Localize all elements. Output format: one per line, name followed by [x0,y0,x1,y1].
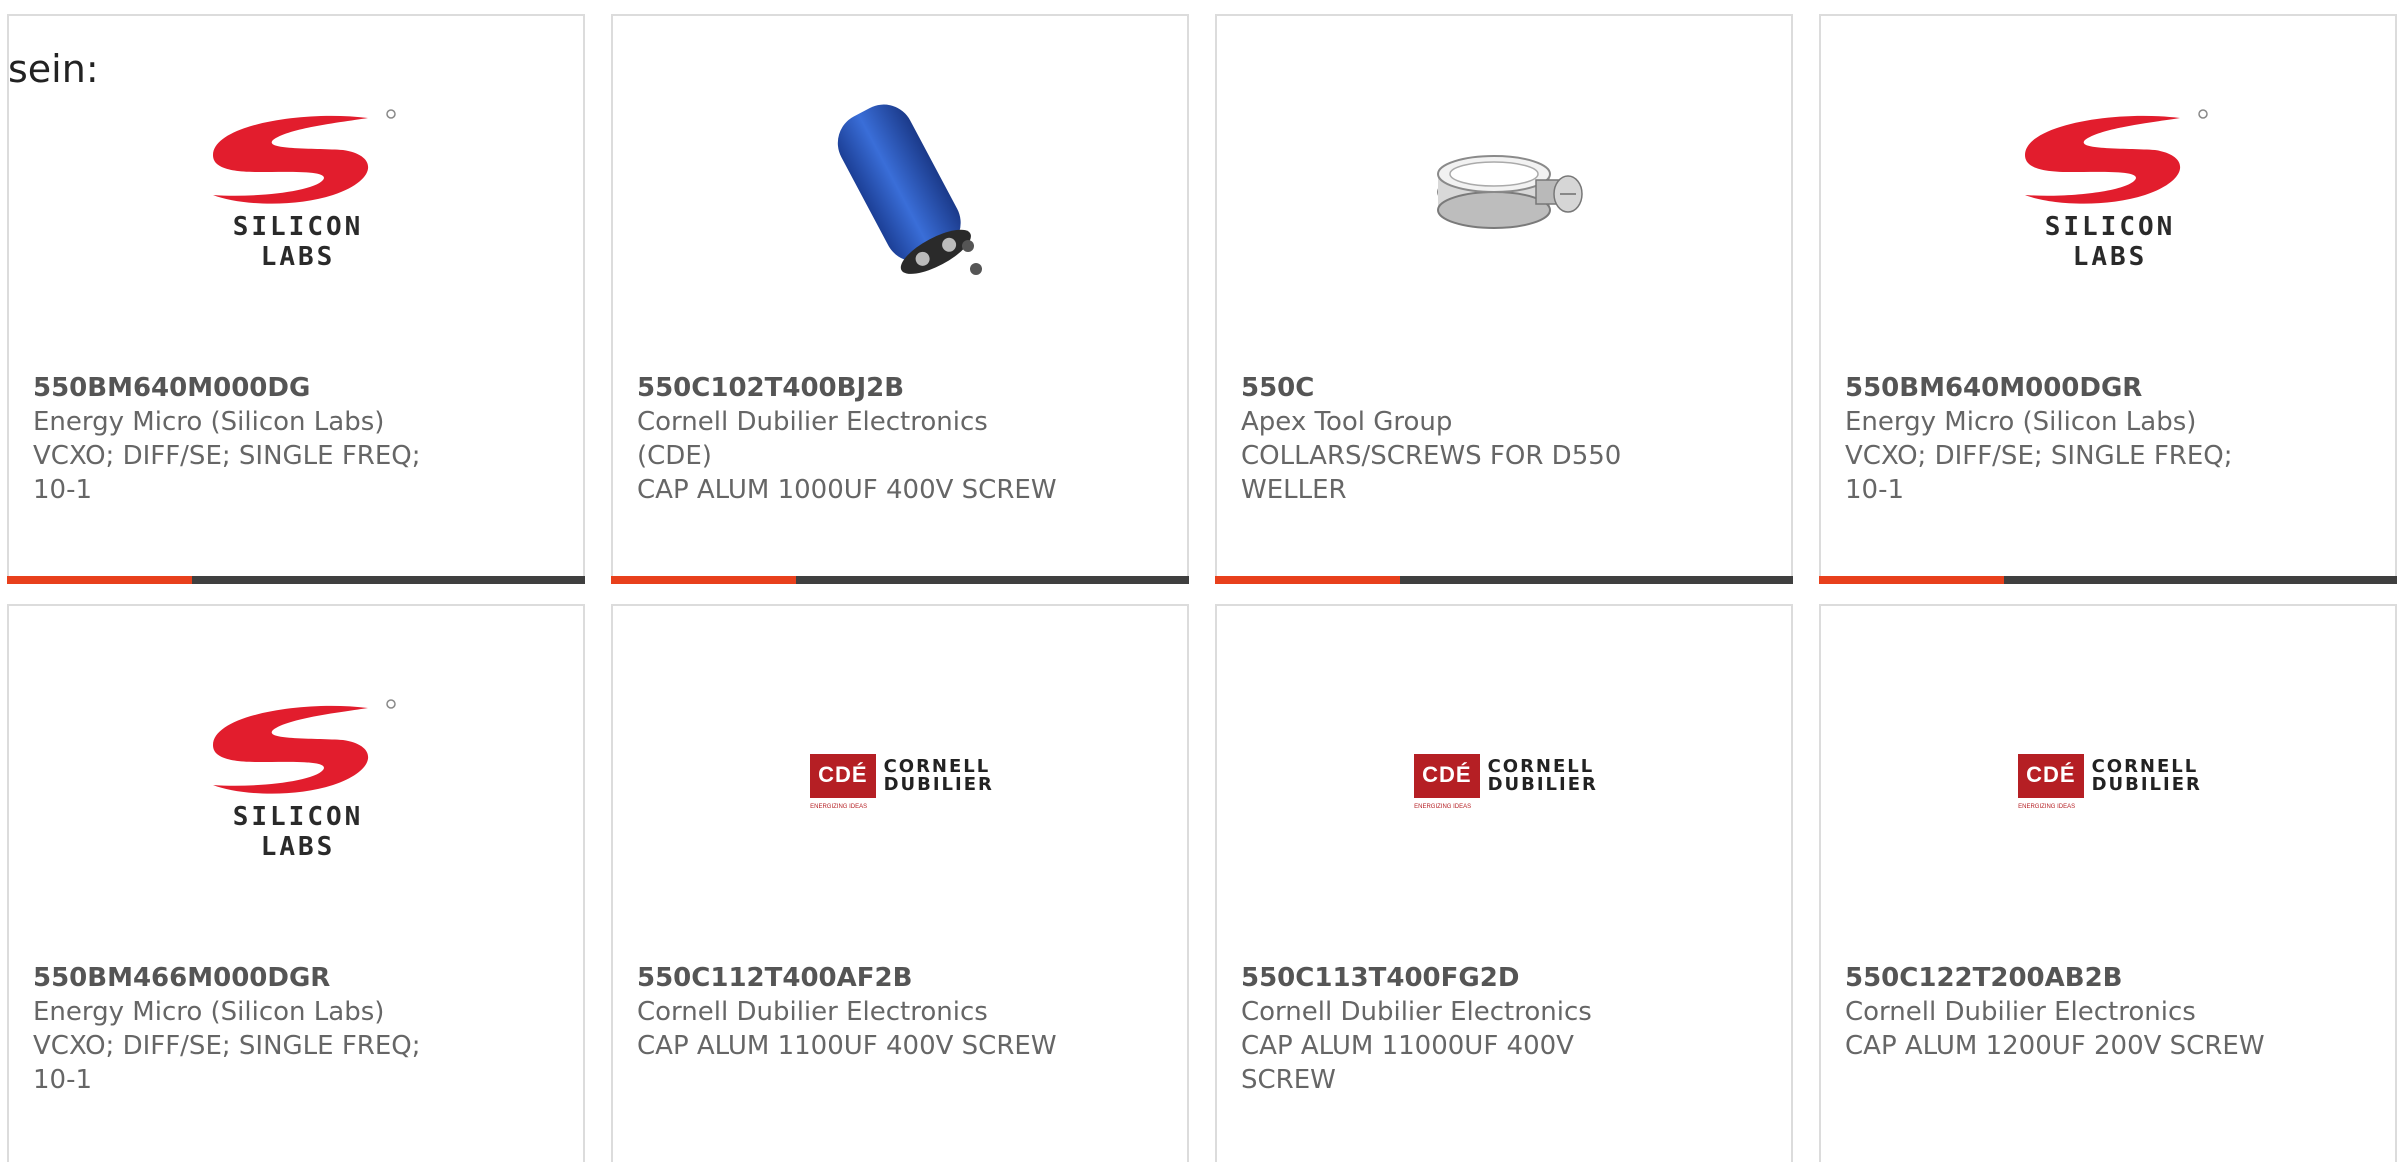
silicon-labs-logo: SILICON LABS [2008,100,2212,272]
progress-bar [1819,576,2397,584]
capacitor-image-icon [837,104,982,275]
manufacturer-logo-image: CDÉ ENERGIZING IDEAS CORNELL DUBILIER [2008,674,2212,878]
manufacturer-logo-image: SILICON LABS [2008,84,2212,288]
manufacturer: Apex Tool Group [1241,407,1453,437]
collar-screw-image-icon [1437,155,1583,229]
manufacturer: Cornell Dubilier Electronics [1241,997,1592,1027]
cde-wordmark: CORNELL DUBILIER [1487,756,1598,795]
product-info: 550BM640M000DG Energy Micro (Silicon Lab… [33,371,453,507]
silicon-labs-swoosh-icon [213,109,396,204]
product-info: 550C112T400AF2B Cornell Dubilier Electro… [637,961,1057,1063]
product-info: 550C122T200AB2B Cornell Dubilier Electro… [1845,961,2265,1063]
cornell-dubilier-logo: CDÉ ENERGIZING IDEAS CORNELL DUBILIER [810,754,994,810]
product-grid-page: sein: SILICON LABS 550BM640M000DG Energy… [0,0,2400,1162]
part-number[interactable]: 550BM640M000DGR [1845,371,2265,405]
part-number[interactable]: 550C112T400AF2B [637,961,1057,995]
cde-badge: CDÉ ENERGIZING IDEAS [2018,754,2084,810]
product-image [1404,84,1608,288]
description: CAP ALUM 1100UF 400V SCREW [637,1031,1057,1061]
progress-fill [611,576,796,584]
cde-badge: CDÉ ENERGIZING IDEAS [810,754,876,810]
silicon-labs-swoosh-icon [2025,109,2208,204]
part-number[interactable]: 550BM640M000DG [33,371,453,405]
product-card[interactable]: SILICON LABS 550BM640M000DGR Energy Micr… [1819,14,2397,584]
manufacturer-logo-image: SILICON LABS [196,674,400,878]
part-number[interactable]: 550C102T400BJ2B [637,371,1057,405]
cde-badge: CDÉ ENERGIZING IDEAS [1414,754,1480,810]
product-card[interactable]: CDÉ ENERGIZING IDEAS CORNELL DUBILIER 55… [611,604,1189,1162]
progress-bar [7,576,585,584]
description: VCXO; DIFF/SE; SINGLE FREQ; 10-1 [33,441,421,505]
product-image [800,84,1004,288]
manufacturer: Cornell Dubilier Electronics (CDE) [637,407,988,471]
manufacturer: Energy Micro (Silicon Labs) [33,407,385,437]
silicon-labs-logo: SILICON LABS [196,690,400,862]
part-number[interactable]: 550C113T400FG2D [1241,961,1661,995]
product-card[interactable]: CDÉ ENERGIZING IDEAS CORNELL DUBILIER 55… [1215,604,1793,1162]
description: CAP ALUM 1000UF 400V SCREW [637,475,1057,505]
part-number[interactable]: 550C [1241,371,1661,405]
logo-text: SILICON LABS [232,802,364,862]
manufacturer: Cornell Dubilier Electronics [1845,997,2196,1027]
manufacturer-logo-image: CDÉ ENERGIZING IDEAS CORNELL DUBILIER [1404,674,1608,878]
product-card[interactable]: SILICON LABS 550BM640M000DG Energy Micro… [7,14,585,584]
progress-fill [1215,576,1400,584]
progress-bar [1215,576,1793,584]
description: CAP ALUM 1200UF 200V SCREW [1845,1031,2265,1061]
description: VCXO; DIFF/SE; SINGLE FREQ; 10-1 [33,1031,421,1095]
product-info: 550C Apex Tool Group COLLARS/SCREWS FOR … [1241,371,1661,507]
product-card[interactable]: 550C102T400BJ2B Cornell Dubilier Electro… [611,14,1189,584]
progress-bar [611,576,1189,584]
cde-wordmark: CORNELL DUBILIER [883,756,994,795]
silicon-labs-logo: SILICON LABS [196,100,400,272]
progress-fill [1819,576,2004,584]
manufacturer: Energy Micro (Silicon Labs) [1845,407,2197,437]
product-card[interactable]: 550C Apex Tool Group COLLARS/SCREWS FOR … [1215,14,1793,584]
intro-text: sein: [8,47,99,91]
product-info: 550BM640M000DGR Energy Micro (Silicon La… [1845,371,2265,507]
product-info: 550BM466M000DGR Energy Micro (Silicon La… [33,961,453,1097]
manufacturer-logo-image: CDÉ ENERGIZING IDEAS CORNELL DUBILIER [800,674,1004,878]
manufacturer-logo-image: SILICON LABS [196,84,400,288]
cornell-dubilier-logo: CDÉ ENERGIZING IDEAS CORNELL DUBILIER [1414,754,1598,810]
description: VCXO; DIFF/SE; SINGLE FREQ; 10-1 [1845,441,2233,505]
silicon-labs-swoosh-icon [213,699,396,794]
progress-fill [7,576,192,584]
manufacturer: Energy Micro (Silicon Labs) [33,997,385,1027]
part-number[interactable]: 550C122T200AB2B [1845,961,2265,995]
logo-text: SILICON LABS [232,212,364,272]
logo-text: SILICON LABS [2044,212,2176,272]
product-card[interactable]: SILICON LABS 550BM466M000DGR Energy Micr… [7,604,585,1162]
product-info: 550C102T400BJ2B Cornell Dubilier Electro… [637,371,1057,507]
description: CAP ALUM 11000UF 400V SCREW [1241,1031,1574,1095]
cornell-dubilier-logo: CDÉ ENERGIZING IDEAS CORNELL DUBILIER [2018,754,2202,810]
description: COLLARS/SCREWS FOR D550 WELLER [1241,441,1622,505]
manufacturer: Cornell Dubilier Electronics [637,997,988,1027]
product-info: 550C113T400FG2D Cornell Dubilier Electro… [1241,961,1661,1097]
product-card[interactable]: CDÉ ENERGIZING IDEAS CORNELL DUBILIER 55… [1819,604,2397,1162]
cde-wordmark: CORNELL DUBILIER [2091,756,2202,795]
part-number[interactable]: 550BM466M000DGR [33,961,453,995]
